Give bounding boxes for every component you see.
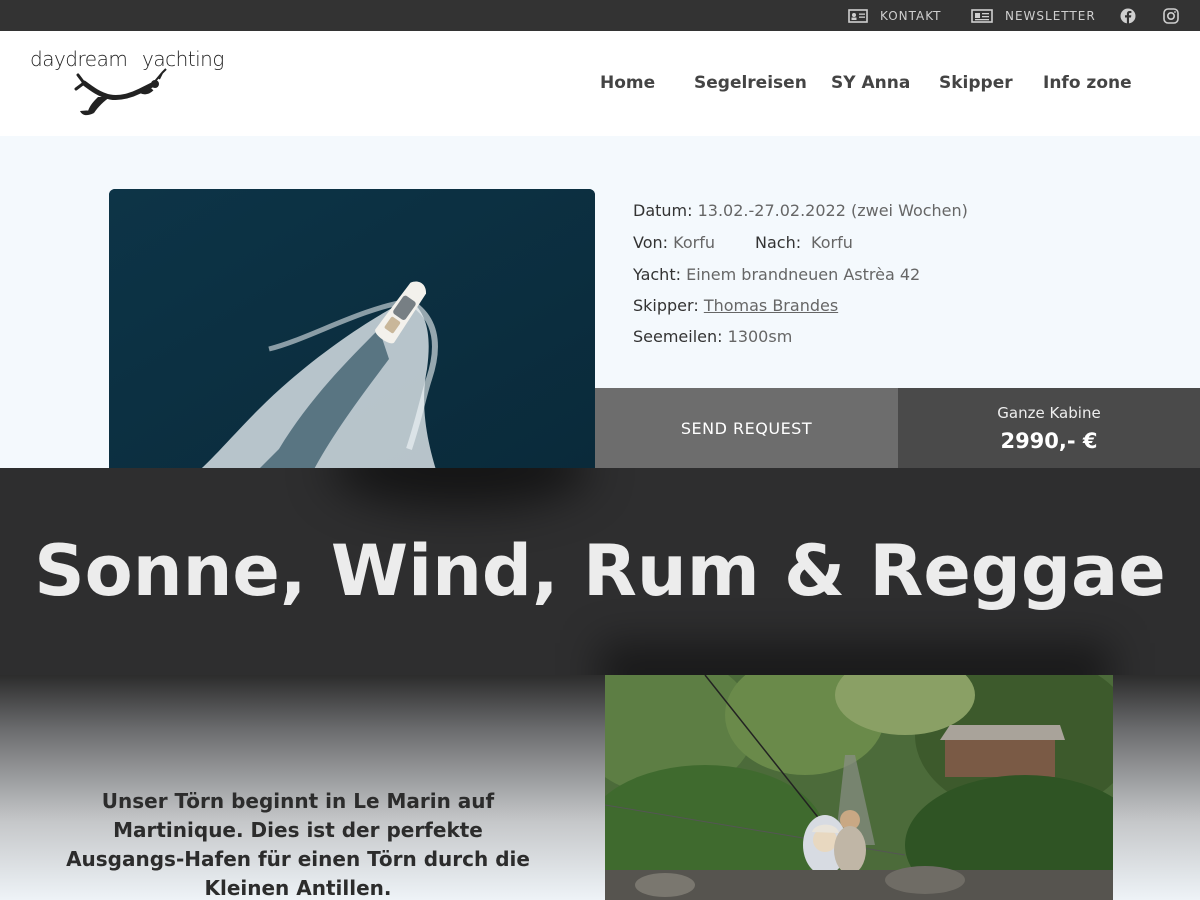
datum-label: Datum:	[633, 201, 693, 220]
yacht-row: Yacht: Einem brandneuen Astrèa 42	[633, 265, 920, 284]
mermaid-logo-icon	[74, 68, 167, 116]
nav-segelreisen[interactable]: Segelreisen	[694, 73, 807, 93]
instagram-link[interactable]	[1163, 0, 1191, 31]
nav-home[interactable]: Home	[600, 73, 655, 93]
site-logo[interactable]: daydream yachting	[28, 45, 224, 120]
skipper-link[interactable]: Thomas Brandes	[704, 296, 838, 315]
nav-skipper[interactable]: Skipper	[939, 73, 1013, 93]
newsletter-label: NEWSLETTER	[1005, 8, 1096, 23]
skipper-row: Skipper: Thomas Brandes	[633, 296, 838, 315]
von-label: Von:	[633, 233, 669, 252]
price-label: Ganze Kabine	[997, 404, 1101, 422]
yacht-photo	[109, 189, 595, 479]
jungle-bridge-photo	[605, 675, 1113, 900]
jungle-photo	[605, 675, 1113, 900]
datum-row: Datum: 13.02.-27.02.2022 (zwei Wochen)	[633, 201, 968, 220]
banner-shadow	[330, 468, 590, 508]
nach-value: Korfu	[811, 233, 853, 252]
nach-label: Nach:	[755, 233, 802, 252]
price-value: 2990,- €	[1000, 429, 1098, 453]
yacht-value: Einem brandneuen Astrèa 42	[686, 265, 921, 284]
price-box: Ganze Kabine 2990,- €	[898, 388, 1200, 468]
newspaper-icon	[971, 8, 993, 23]
von-value: Korfu	[673, 233, 715, 252]
site-header: daydream yachting Home Segelreisen SY An…	[0, 31, 1200, 136]
title-banner: Sonne, Wind, Rum & Reggae	[0, 468, 1200, 675]
kontakt-label: KONTAKT	[880, 8, 942, 23]
banner-title: Sonne, Wind, Rum & Reggae	[34, 530, 1166, 612]
kontakt-link[interactable]: KONTAKT	[848, 0, 942, 31]
yacht-label: Yacht:	[633, 265, 681, 284]
facebook-icon	[1120, 8, 1136, 24]
facebook-link[interactable]	[1120, 0, 1148, 31]
seemeilen-value: 1300sm	[727, 327, 793, 346]
seemeilen-row: Seemeilen: 1300sm	[633, 327, 792, 346]
banner-shadow-lower	[600, 643, 1110, 675]
datum-value: 13.02.-27.02.2022 (zwei Wochen)	[697, 201, 968, 220]
nav-info-zone[interactable]: Info zone	[1043, 73, 1132, 93]
nav-sy-anna[interactable]: SY Anna	[831, 73, 910, 93]
send-request-button[interactable]: SEND REQUEST	[595, 388, 898, 468]
hero-yacht-image	[109, 189, 595, 479]
newsletter-link[interactable]: NEWSLETTER	[971, 0, 1096, 31]
contact-card-icon	[848, 8, 868, 23]
instagram-icon	[1163, 7, 1179, 24]
seemeilen-label: Seemeilen:	[633, 327, 723, 346]
intro-text: Unser Törn beginnt in Le Marin auf Marti…	[66, 789, 530, 900]
route-row: Von: Korfu Nach: Korfu	[633, 233, 853, 252]
top-bar: KONTAKT NEWSLETTER	[0, 0, 1200, 31]
skipper-label: Skipper:	[633, 296, 699, 315]
